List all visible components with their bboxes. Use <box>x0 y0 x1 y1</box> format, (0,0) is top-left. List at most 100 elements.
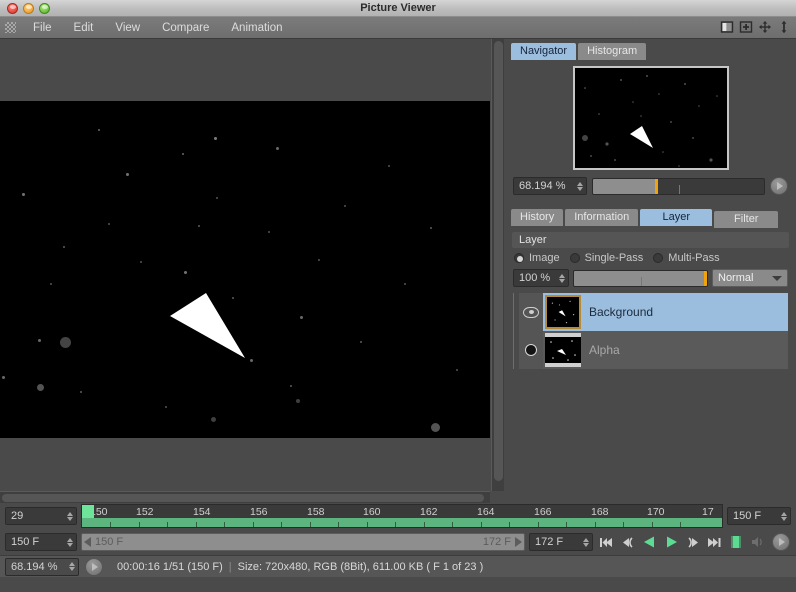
status-play-button[interactable] <box>85 557 103 576</box>
tab-filter[interactable]: Filter <box>714 211 779 228</box>
layer-main-background[interactable]: Background <box>543 293 788 331</box>
frames-toggle-icon <box>731 536 741 548</box>
grip-handle-icon[interactable] <box>5 22 16 33</box>
title-bar: Picture Viewer <box>0 0 796 17</box>
layer-visibility-toggle-alpha[interactable] <box>519 331 543 369</box>
tab-navigator[interactable]: Navigator <box>511 43 577 60</box>
step-forward-button[interactable] <box>686 536 700 549</box>
status-separator: | <box>228 560 232 573</box>
layer-label-background: Background <box>589 305 654 319</box>
radio-single-pass[interactable]: Single-Pass <box>569 252 643 264</box>
range-end-handle-icon[interactable] <box>515 537 522 547</box>
stepper-icon[interactable] <box>69 562 75 571</box>
stepper-icon[interactable] <box>67 537 73 547</box>
timeline-row: 29 150 152 154 156 158 160 162 164 166 1… <box>0 503 796 529</box>
status-zoom-field[interactable]: 68.194 % <box>5 557 79 576</box>
tab-layer[interactable]: Layer <box>640 209 713 226</box>
status-zoom-value: 68.194 % <box>11 560 58 573</box>
navigator-zoom-value: 68.194 % <box>519 180 566 192</box>
radio-image[interactable]: Image <box>514 252 560 264</box>
stepper-icon[interactable] <box>781 511 787 521</box>
start-frame-field[interactable]: 150 F <box>5 533 77 551</box>
timeline-range-field[interactable]: 150 F <box>727 507 791 525</box>
star <box>296 399 300 403</box>
star <box>98 129 100 131</box>
go-to-end-button[interactable] <box>707 536 722 549</box>
chevron-down-icon <box>772 275 782 281</box>
layer-label-alpha: Alpha <box>589 343 620 357</box>
sound-toggle-icon <box>752 537 762 547</box>
ruler-tick-label: 160 <box>363 506 381 518</box>
move-tool-icon[interactable] <box>758 20 772 34</box>
navigator-zoom-field[interactable]: 68.194 % <box>513 177 587 195</box>
step-back-button[interactable] <box>621 536 635 549</box>
viewport-vertical-scrollbar[interactable] <box>491 39 504 491</box>
menu-file[interactable]: File <box>22 17 63 39</box>
stepper-icon[interactable] <box>583 537 589 547</box>
scroll-thumb[interactable] <box>2 494 484 502</box>
play-reverse-button[interactable] <box>642 535 657 549</box>
tab-histogram[interactable]: Histogram <box>578 43 647 60</box>
ruler-tick-label: 156 <box>250 506 268 518</box>
image-viewport[interactable] <box>0 39 490 503</box>
current-frame-field[interactable]: 29 <box>5 507 77 525</box>
navigator-thumbnail[interactable] <box>572 66 729 170</box>
navigator-panel: Navigator Histogram 68.194 % <box>505 39 796 201</box>
stepper-icon[interactable] <box>67 511 73 521</box>
timeline-range-bar[interactable] <box>82 518 722 527</box>
stepper-icon[interactable] <box>577 181 583 191</box>
split-view-icon[interactable] <box>720 20 734 34</box>
star <box>318 259 320 261</box>
range-start-handle-icon[interactable] <box>84 537 91 547</box>
star <box>232 297 234 299</box>
play-forward-icon <box>667 536 677 548</box>
preview-range-start[interactable]: 150 F <box>84 536 123 548</box>
transport-options-button[interactable] <box>772 533 790 551</box>
navigator-play-button[interactable] <box>770 177 788 195</box>
layer-row-background[interactable]: Background <box>513 293 788 331</box>
stepper-icon[interactable] <box>559 273 565 283</box>
star <box>37 384 44 391</box>
radio-image-label: Image <box>529 252 560 264</box>
menu-view[interactable]: View <box>104 17 151 39</box>
layer-row-alpha[interactable]: Alpha <box>513 331 788 369</box>
layer-opacity-slider[interactable] <box>573 269 708 287</box>
tab-history[interactable]: History <box>511 209 564 226</box>
star <box>50 283 52 285</box>
layer-visibility-toggle-background[interactable] <box>519 293 543 331</box>
timeline-ruler[interactable]: 150 152 154 156 158 160 162 164 166 168 … <box>81 504 723 528</box>
scroll-thumb[interactable] <box>494 41 503 481</box>
menu-compare[interactable]: Compare <box>151 17 220 39</box>
bottom-bars: 29 150 152 154 156 158 160 162 164 166 1… <box>0 503 796 592</box>
preview-range-end[interactable]: 172 F <box>483 536 522 548</box>
menu-animation[interactable]: Animation <box>220 17 293 39</box>
star <box>388 165 390 167</box>
add-box-icon[interactable] <box>739 20 753 34</box>
star <box>63 246 65 248</box>
picture-viewer-window: Picture Viewer File Edit View Compare An… <box>0 0 796 592</box>
ruler-tick-label: 158 <box>307 506 325 518</box>
radio-multi-pass[interactable]: Multi-Pass <box>653 252 720 264</box>
play-forward-button[interactable] <box>664 535 679 549</box>
menu-edit[interactable]: Edit <box>63 17 105 39</box>
frames-toggle-button[interactable] <box>729 535 743 549</box>
vertical-arrows-icon[interactable] <box>777 20 791 34</box>
go-to-start-button[interactable] <box>599 536 614 549</box>
viewport-horizontal-scrollbar[interactable] <box>0 491 490 503</box>
end-frame-field[interactable]: 172 F <box>529 533 593 551</box>
blend-mode-dropdown[interactable]: Normal <box>712 269 788 287</box>
ruler-tick-label: 152 <box>136 506 154 518</box>
star <box>38 339 41 342</box>
star <box>344 205 346 207</box>
layer-opacity-value: 100 % <box>519 272 551 284</box>
layer-main-alpha[interactable]: Alpha <box>543 331 788 369</box>
navigator-zoom-slider[interactable] <box>592 177 765 195</box>
tab-information[interactable]: Information <box>565 209 639 226</box>
toolbar-icons <box>720 20 791 34</box>
star <box>360 341 362 343</box>
sound-toggle-button[interactable] <box>750 535 765 549</box>
navigator-preview <box>581 75 718 167</box>
layer-opacity-field[interactable]: 100 % <box>513 269 569 287</box>
preview-range-bar[interactable]: 150 F 172 F <box>81 533 525 551</box>
right-panel-stack: Navigator Histogram 68.194 % History Inf… <box>505 39 796 503</box>
